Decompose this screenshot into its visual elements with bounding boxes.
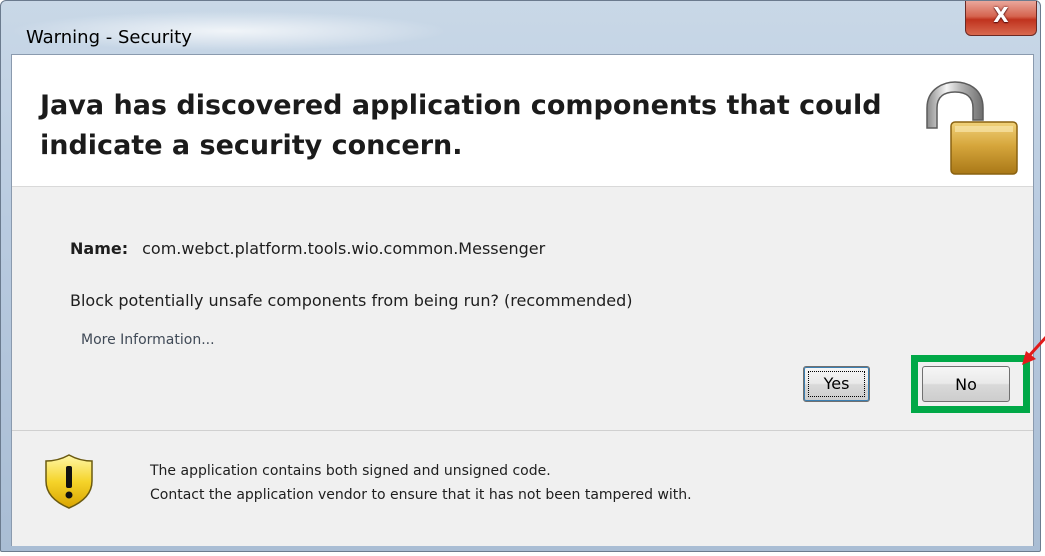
dialog-content: Java has discovered application componen…	[11, 54, 1045, 546]
close-icon: X	[993, 3, 1009, 27]
yes-button[interactable]: Yes	[803, 366, 870, 402]
red-arrow-annotation	[1022, 336, 1045, 365]
footer-message-line2: Contact the application vendor to ensure…	[150, 487, 692, 503]
name-value: com.webct.platform.tools.wio.common.Mess…	[142, 239, 546, 258]
component-name-row: Name: com.webct.platform.tools.wio.common…	[70, 239, 545, 258]
window-title: Warning - Security	[26, 27, 192, 48]
name-label: Name:	[70, 239, 129, 258]
close-button[interactable]: X	[965, 1, 1037, 36]
dialog-header: Java has discovered application componen…	[12, 55, 1033, 187]
warning-shield-icon	[45, 454, 93, 509]
footer-message-line1: The application contains both signed and…	[150, 463, 551, 479]
title-bar[interactable]: Warning - Security X	[1, 1, 1040, 55]
dialog-footer: The application contains both signed and…	[12, 430, 1033, 546]
padlock-open-icon	[926, 81, 1018, 175]
header-title: Java has discovered application componen…	[40, 90, 882, 161]
block-question: Block potentially unsafe components from…	[70, 291, 633, 310]
yes-button-label: Yes	[823, 373, 850, 393]
security-warning-dialog: Warning - Security X Java has discovered…	[0, 0, 1045, 552]
more-information-link[interactable]: More Information...	[81, 332, 215, 348]
